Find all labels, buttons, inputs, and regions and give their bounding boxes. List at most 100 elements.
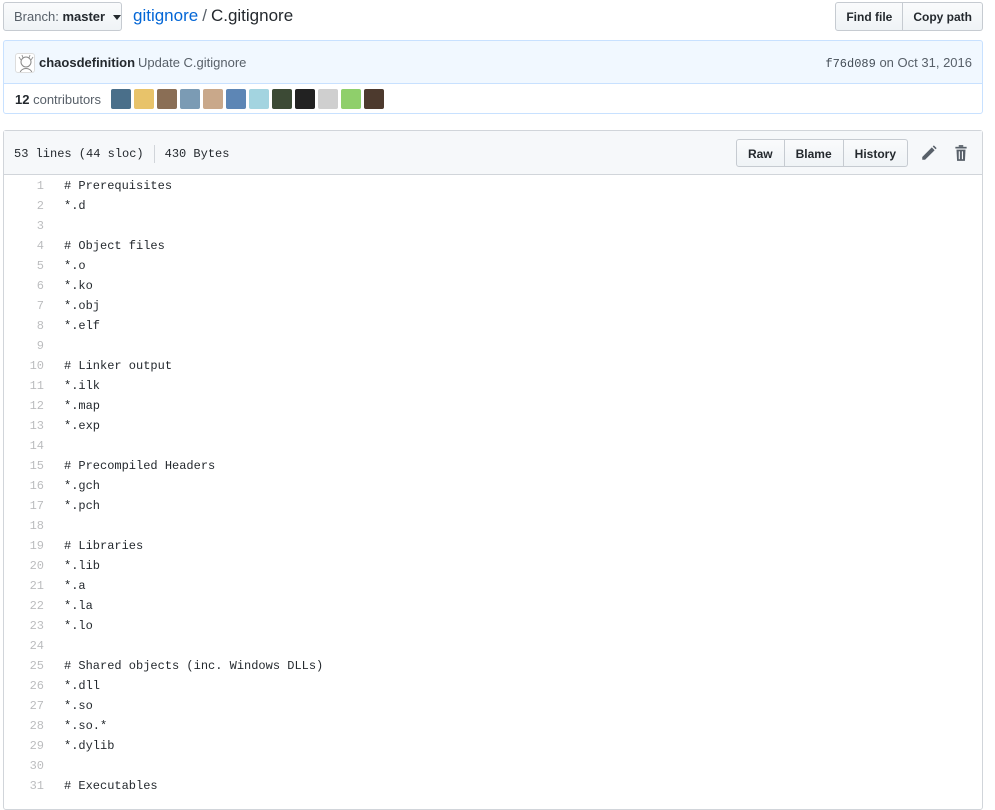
code-line: 17 *.pch <box>4 496 982 516</box>
line-number[interactable]: 9 <box>4 336 54 356</box>
find-file-button[interactable]: Find file <box>835 2 904 31</box>
line-content: *.gch <box>64 479 101 493</box>
code-line: 26 *.dll <box>4 676 982 696</box>
copy-path-button[interactable]: Copy path <box>903 2 983 31</box>
line-content: *.dll <box>64 679 101 693</box>
line-number[interactable]: 16 <box>4 476 54 496</box>
line-number[interactable]: 27 <box>4 696 54 716</box>
commit-date: Oct 31, 2016 <box>897 55 972 70</box>
line-content: *.obj <box>64 299 101 313</box>
commit-meta: f76d089 on Oct 31, 2016 <box>825 55 972 71</box>
commit-tease: chaosdefinition Update C.gitignore f76d0… <box>3 40 983 84</box>
raw-button[interactable]: Raw <box>735 139 785 167</box>
commit-date-prefix: on <box>879 55 894 70</box>
line-number[interactable]: 2 <box>4 196 54 216</box>
code-line: 24 <box>4 636 982 656</box>
blame-button[interactable]: Blame <box>784 139 844 167</box>
line-number[interactable]: 4 <box>4 236 54 256</box>
line-number[interactable]: 14 <box>4 436 54 456</box>
code-line: 4 # Object files <box>4 236 982 256</box>
line-content <box>54 336 64 356</box>
contributor-avatar[interactable] <box>341 89 361 109</box>
breadcrumb-repo-link[interactable]: gitignore <box>133 6 198 25</box>
contributor-avatar[interactable] <box>134 89 154 109</box>
line-number[interactable]: 20 <box>4 556 54 576</box>
contributor-avatar[interactable] <box>157 89 177 109</box>
line-content: *.dylib <box>64 739 115 753</box>
line-content <box>54 436 64 456</box>
line-number[interactable]: 13 <box>4 416 54 436</box>
commit-message-link[interactable]: Update C.gitignore <box>138 55 246 70</box>
line-content: *.exp <box>64 419 101 433</box>
line-number[interactable]: 18 <box>4 516 54 536</box>
line-content: *.la <box>64 599 93 613</box>
contributor-avatar[interactable] <box>180 89 200 109</box>
contributors-number: 12 <box>15 92 30 107</box>
contributor-avatar[interactable] <box>272 89 292 109</box>
line-content: # Object files <box>64 239 165 253</box>
contributor-avatar[interactable] <box>295 89 315 109</box>
line-number[interactable]: 29 <box>4 736 54 756</box>
code-line: 27 *.so <box>4 696 982 716</box>
contributor-avatars <box>111 89 387 109</box>
line-number[interactable]: 8 <box>4 316 54 336</box>
trash-icon[interactable] <box>952 144 970 162</box>
line-number[interactable]: 30 <box>4 756 54 776</box>
code-line: 30 <box>4 756 982 776</box>
contributor-avatar[interactable] <box>226 89 246 109</box>
line-number[interactable]: 10 <box>4 356 54 376</box>
contributor-avatar[interactable] <box>249 89 269 109</box>
line-number[interactable]: 19 <box>4 536 54 556</box>
line-number[interactable]: 5 <box>4 256 54 276</box>
line-number[interactable]: 26 <box>4 676 54 696</box>
file-viewer: 53 lines (44 sloc) 430 Bytes Raw Blame Hi… <box>3 130 983 810</box>
line-number[interactable]: 15 <box>4 456 54 476</box>
line-number[interactable]: 6 <box>4 276 54 296</box>
line-number[interactable]: 24 <box>4 636 54 656</box>
line-content: *.lib <box>64 559 101 573</box>
contributor-avatar[interactable] <box>318 89 338 109</box>
commit-author-link[interactable]: chaosdefinition <box>39 55 135 70</box>
code-line: 16 *.gch <box>4 476 982 496</box>
file-nav-buttons: Find file Copy path <box>835 2 983 31</box>
file-info-divider <box>153 145 155 163</box>
code-line: 15 # Precompiled Headers <box>4 456 982 476</box>
line-content: *.pch <box>64 499 101 513</box>
history-button[interactable]: History <box>843 139 908 167</box>
contributors-count[interactable]: 12 contributors <box>15 92 101 107</box>
caret-down-icon <box>112 15 121 21</box>
line-number[interactable]: 25 <box>4 656 54 676</box>
line-number[interactable]: 1 <box>4 176 54 196</box>
line-content: *.ko <box>64 279 93 293</box>
line-content: *.map <box>64 399 101 413</box>
line-content: *.a <box>64 579 86 593</box>
line-content: *.lo <box>64 619 93 633</box>
line-number[interactable]: 28 <box>4 716 54 736</box>
line-number[interactable]: 21 <box>4 576 54 596</box>
line-content <box>54 756 64 776</box>
line-number[interactable]: 23 <box>4 616 54 636</box>
line-content: *.elf <box>64 319 101 333</box>
contributor-avatar[interactable] <box>203 89 223 109</box>
line-number[interactable]: 31 <box>4 776 54 796</box>
file-info: 53 lines (44 sloc) 430 Bytes <box>14 145 229 163</box>
line-content: # Linker output <box>64 359 173 373</box>
code-line: 22 *.la <box>4 596 982 616</box>
commit-sha-link[interactable]: f76d089 <box>825 57 875 71</box>
code-line: 18 <box>4 516 982 536</box>
line-number[interactable]: 7 <box>4 296 54 316</box>
line-content: *.so.* <box>64 719 108 733</box>
pencil-icon[interactable] <box>920 144 938 162</box>
code-blob: 1 # Prerequisites 2 *.d 3 4 # Object files 5 *.o… <box>4 175 982 796</box>
contributor-avatar[interactable] <box>364 89 384 109</box>
line-number[interactable]: 22 <box>4 596 54 616</box>
line-number[interactable]: 11 <box>4 376 54 396</box>
line-number[interactable]: 17 <box>4 496 54 516</box>
line-number[interactable]: 12 <box>4 396 54 416</box>
branch-select-button[interactable]: Branch: master <box>3 2 122 31</box>
contributor-avatar[interactable] <box>111 89 131 109</box>
author-avatar[interactable] <box>15 53 35 73</box>
line-number[interactable]: 3 <box>4 216 54 236</box>
code-line: 3 <box>4 216 982 236</box>
code-line: 31 # Executables <box>4 776 982 796</box>
